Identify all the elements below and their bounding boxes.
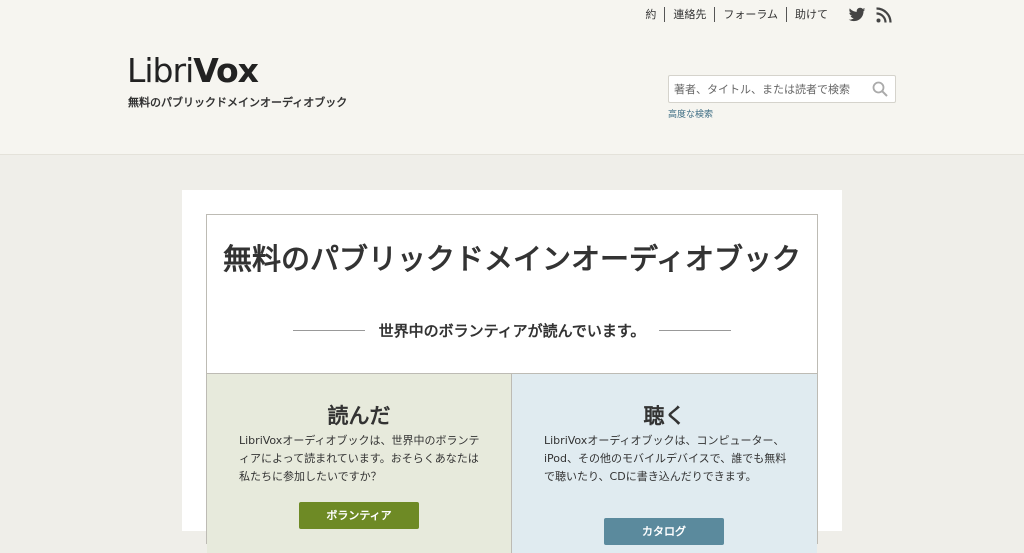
nav-forum[interactable]: フォーラム (714, 7, 786, 22)
hero-subtitle-row: 世界中のボランティアが読んでいます。 (207, 320, 817, 341)
listen-text: LibriVoxオーディオブックは、コンピューター、iPod、その他のモバイルデ… (544, 434, 787, 483)
hero-title: 無料のパブリックドメインオーディオブック (223, 242, 801, 276)
listen-title: 聴く (643, 404, 686, 428)
search-box (668, 75, 896, 103)
listen-section: 聴く LibriVoxオーディオブックは、コンピューター、iPod、その他のモバ… (512, 373, 817, 553)
divider-right (659, 330, 732, 331)
site-tagline: 無料のパブリックドメインオーディオブック (128, 96, 348, 109)
top-nav: 約 連絡先 フォーラム 助けて (637, 7, 836, 22)
catalog-button[interactable]: カタログ (604, 518, 724, 545)
hero-subtitle: 世界中のボランティアが読んでいます。 (378, 322, 646, 340)
volunteer-button[interactable]: ボランティア (299, 502, 419, 529)
nav-contact[interactable]: 連絡先 (664, 7, 714, 22)
main-card: 無料のパブリックドメインオーディオブック 世界中のボランティアが読んでいます。 … (182, 190, 842, 553)
social-links (848, 7, 894, 23)
divider-left (292, 330, 365, 331)
site-header: 約 連絡先 フォーラム 助けて LibriVox 無料のパブリックドメインオーデ… (0, 0, 1024, 155)
intro-panel: 無料のパブリックドメインオーディオブック 世界中のボランティアが読んでいます。 … (206, 214, 818, 553)
logo-vox: Vox (193, 51, 259, 90)
read-section: 読んだ LibriVoxオーディオブックは、世界中のボランティアによって読まれて… (207, 373, 512, 553)
read-title: 読んだ (327, 404, 391, 428)
nav-help[interactable]: 助けて (786, 7, 836, 22)
logo-libri: Libri (127, 51, 194, 90)
librivox-logo[interactable]: LibriVox (127, 51, 259, 90)
read-text: LibriVoxオーディオブックは、世界中のボランティアによって読まれています。… (239, 434, 480, 483)
twitter-icon[interactable] (848, 7, 866, 23)
search-input[interactable] (669, 76, 867, 102)
advanced-search-link[interactable]: 高度な検索 (668, 107, 713, 120)
search-icon[interactable] (872, 81, 888, 97)
rss-icon[interactable] (876, 7, 894, 23)
nav-about[interactable]: 約 (637, 7, 664, 22)
